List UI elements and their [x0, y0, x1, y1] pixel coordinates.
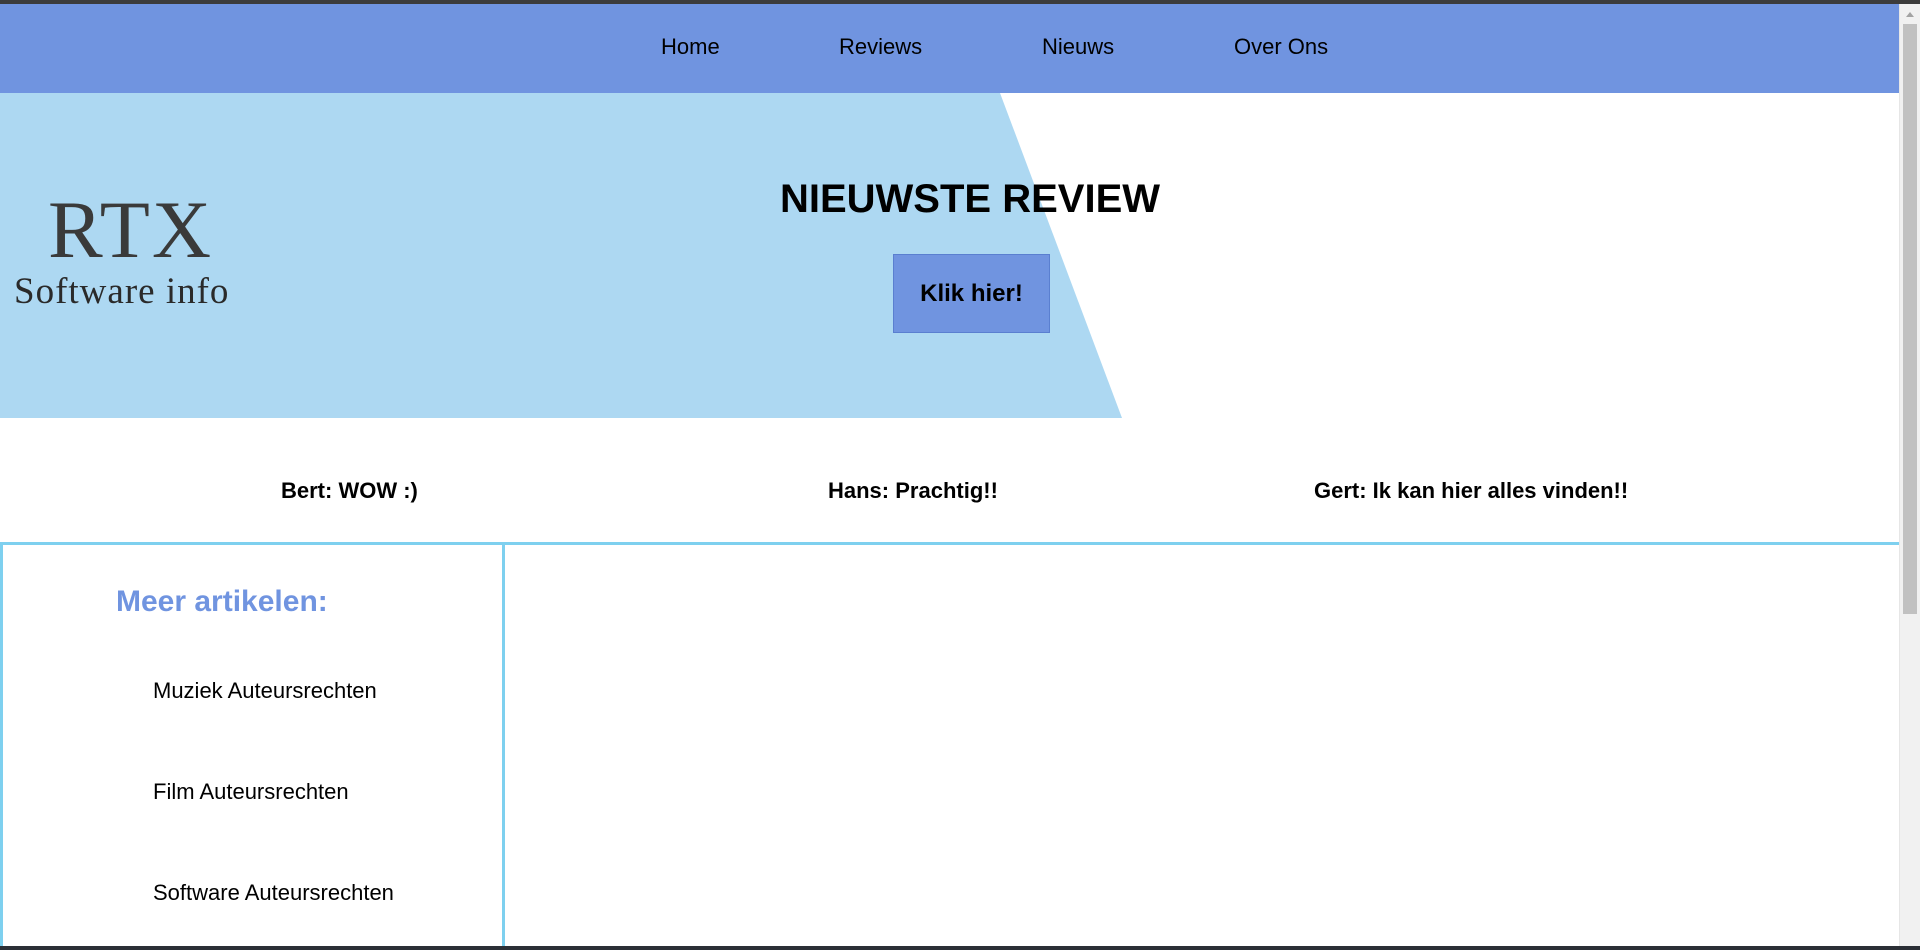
sidebar-link-film[interactable]: Film Auteursrechten: [153, 779, 349, 805]
nav-item-reviews[interactable]: Reviews: [839, 34, 922, 60]
hero-title: NIEUWSTE REVIEW: [779, 177, 1161, 221]
vertical-scrollbar[interactable]: [1899, 4, 1920, 946]
nav-item-nieuws[interactable]: Nieuws: [1042, 34, 1114, 60]
sidebar-link-muziek[interactable]: Muziek Auteursrechten: [153, 678, 377, 704]
testimonial-gert: Gert: Ik kan hier alles vinden!!: [1314, 478, 1629, 503]
testimonial-hans: Hans: Prachtig!!: [828, 478, 998, 503]
sidebar-title: Meer artikelen:: [116, 585, 328, 618]
testimonial-bert: Bert: WOW :): [281, 478, 418, 503]
navbar: Home Reviews Nieuws Over Ons: [0, 4, 1899, 93]
sidebar-link-software[interactable]: Software Auteursrechten: [153, 880, 394, 906]
page: Home Reviews Nieuws Over Ons RTX Softwar…: [0, 0, 1920, 950]
taskbar-strip: [0, 946, 1920, 950]
scrollbar-thumb[interactable]: [1903, 24, 1917, 614]
scroll-up-arrow-icon[interactable]: [1906, 12, 1914, 17]
hero-banner: RTX Software info NIEUWSTE REVIEW Klik h…: [0, 93, 1899, 418]
nav-item-home[interactable]: Home: [661, 34, 720, 60]
sidebar-articles: Meer artikelen: Muziek Auteursrechten Fi…: [0, 545, 505, 950]
logo-sub-text: Software info: [14, 271, 230, 312]
main-content-area: [505, 545, 1899, 950]
testimonials-row: Bert: WOW :) Hans: Prachtig!! Gert: Ik k…: [0, 418, 1899, 543]
site-logo[interactable]: RTX Software info: [0, 93, 280, 418]
logo-main-text: RTX: [48, 184, 214, 275]
klik-hier-button[interactable]: Klik hier!: [893, 254, 1050, 333]
nav-item-over-ons[interactable]: Over Ons: [1234, 34, 1328, 60]
